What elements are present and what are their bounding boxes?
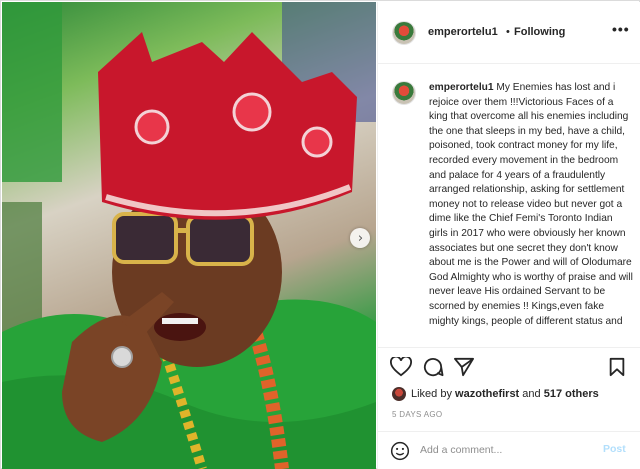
caption-section: emperortelu1 My Enemies has lost and i r… (378, 65, 640, 346)
heart-icon[interactable] (390, 357, 412, 377)
post-timestamp[interactable]: 5 DAYS AGO (392, 410, 442, 419)
comment-bar: Post (378, 431, 640, 469)
likes-prefix: Liked by (411, 387, 452, 400)
bookmark-icon[interactable] (608, 357, 626, 377)
likes-summary: Liked by wazothefirst and 517 others (392, 387, 599, 401)
caption-text-block: emperortelu1 My Enemies has lost and i r… (429, 81, 633, 329)
caption-username[interactable]: emperortelu1 (429, 82, 494, 93)
instagram-post-frame: › emperortelu1 • Following ••• emperorte… (0, 0, 640, 469)
caption-avatar[interactable] (392, 81, 416, 105)
likes-others-link[interactable]: 517 others (544, 388, 599, 400)
likes-connector: and (522, 387, 541, 400)
post-photo[interactable]: › (2, 2, 376, 469)
liker-avatar[interactable] (392, 387, 406, 401)
more-horizontal-icon[interactable]: ••• (612, 21, 630, 37)
comment-icon[interactable] (422, 357, 444, 377)
emoji-icon[interactable] (390, 441, 410, 461)
author-username[interactable]: emperortelu1 (428, 26, 498, 38)
chevron-right-icon: › (357, 230, 364, 246)
paper-plane-icon[interactable] (453, 357, 475, 377)
comment-input[interactable] (420, 441, 590, 459)
carousel-next-button[interactable]: › (350, 228, 370, 248)
author-avatar[interactable] (392, 21, 416, 45)
header-separator: • (506, 26, 510, 38)
post-header: emperortelu1 • Following ••• (378, 2, 640, 64)
liker-username[interactable]: wazothefirst (455, 388, 519, 400)
photo-illustration (2, 2, 376, 469)
caption-body: My Enemies has lost and i rejoice over t… (429, 82, 633, 327)
post-comment-button[interactable]: Post (603, 443, 626, 455)
following-button[interactable]: Following (514, 26, 565, 38)
post-side-panel: emperortelu1 • Following ••• emperortelu… (377, 2, 640, 469)
